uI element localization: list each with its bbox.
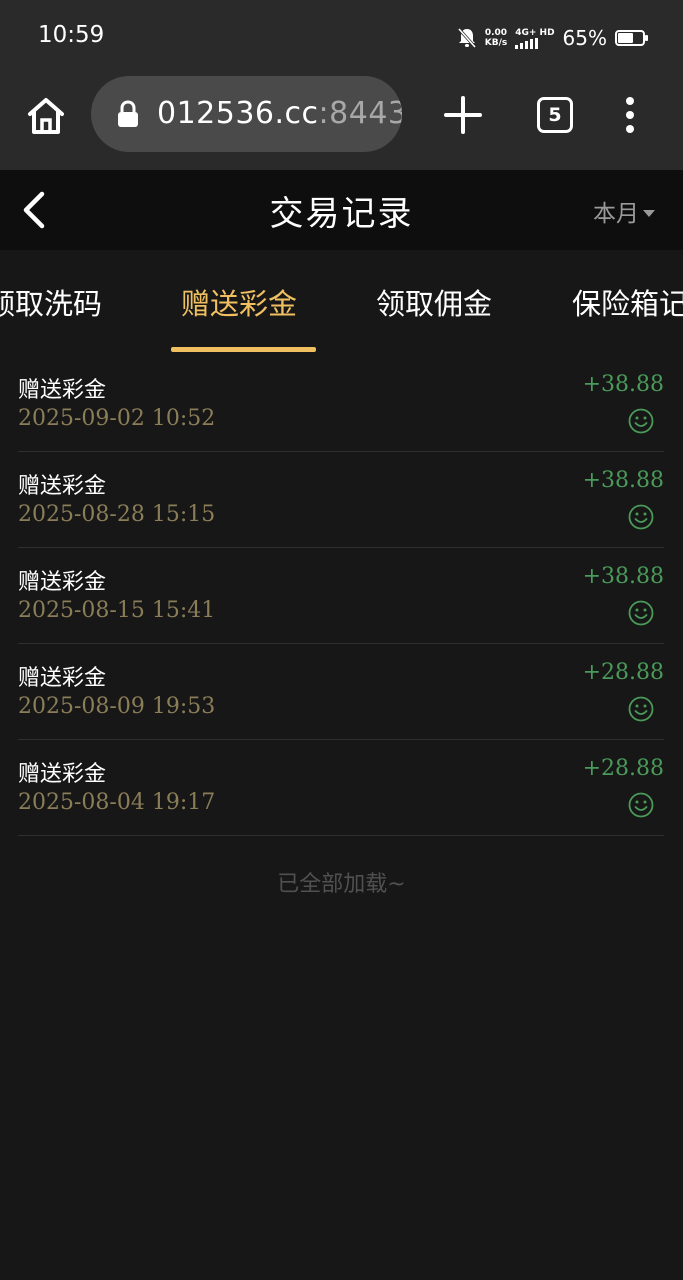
record-title: 赠送彩金 [18,762,107,787]
tab-strip: 领取洗码 赠送彩金 领取佣金 保险箱记 [0,250,683,356]
tab-bonus[interactable]: 赠送彩金 [181,281,297,323]
page-header: 交易记录 本月 [0,170,683,250]
record-time: 2025-08-15 15:41 [18,598,216,623]
record-amount: +28.88 [582,660,664,685]
record-amount: +38.88 [582,372,664,397]
signal-icon [515,37,539,49]
list-item[interactable]: 赠送彩金 2025-08-15 15:41 +38.88 [18,548,664,644]
period-label: 本月 [593,201,639,227]
chevron-down-icon [643,209,655,217]
record-time: 2025-09-02 10:52 [18,406,216,431]
list-item[interactable]: 赠送彩金 2025-08-09 19:53 +28.88 [18,644,664,740]
list-item[interactable]: 赠送彩金 2025-09-02 10:52 +38.88 [18,356,664,452]
smiley-icon [628,408,654,434]
record-amount: +38.88 [582,468,664,493]
network-type: 4G+ HD [515,27,555,38]
tab-safe-box[interactable]: 保险箱记 [572,281,683,323]
home-icon[interactable] [22,92,70,140]
record-list: 赠送彩金 2025-09-02 10:52 +38.88 赠送彩金 2025-0… [18,356,664,836]
lock-icon [118,100,138,127]
net-speed: 0.00 KB/s [484,28,508,48]
plus-icon[interactable] [442,92,484,138]
record-title: 赠送彩金 [18,378,107,403]
record-title: 赠送彩金 [18,474,107,499]
record-title: 赠送彩金 [18,570,107,595]
record-title: 赠送彩金 [18,666,107,691]
page-title: 交易记录 [269,194,414,234]
active-tab-indicator [171,347,316,352]
url-text: 012536.cc:8443 [157,96,402,131]
record-time: 2025-08-09 19:53 [18,694,216,719]
record-time: 2025-08-04 19:17 [18,790,216,815]
period-dropdown[interactable]: 本月 [593,194,655,228]
url-host: 012536.cc [157,96,319,131]
battery-fill [618,33,633,43]
smiley-icon [628,792,654,818]
status-time: 10:59 [38,22,105,48]
browser-toolbar: 012536.cc:8443 5 [0,76,683,170]
tab-commission[interactable]: 领取佣金 [376,281,492,323]
tab-wash-code[interactable]: 领取洗码 [0,281,102,323]
list-item[interactable]: 赠送彩金 2025-08-04 19:17 +28.88 [18,740,664,836]
more-vertical-icon[interactable] [620,96,640,134]
url-port: :8443 [318,96,402,131]
smiley-icon [628,600,654,626]
record-amount: +28.88 [582,756,664,781]
smiley-icon [628,504,654,530]
list-item[interactable]: 赠送彩金 2025-08-28 15:15 +38.88 [18,452,664,548]
tab-switcher-button[interactable]: 5 [537,97,573,133]
smiley-icon [628,696,654,722]
status-icons: 0.00 KB/s 4G+ HD 65% [457,24,648,52]
network-indicator: 4G+ HD [515,27,555,49]
record-time: 2025-08-28 15:15 [18,502,216,527]
battery-icon [615,30,648,46]
status-bar: 10:59 0.00 KB/s 4G+ HD 65% [0,0,683,76]
address-bar[interactable]: 012536.cc:8443 [91,76,402,152]
record-amount: +38.88 [582,564,664,589]
end-of-list-text: 已全部加载~ [277,872,406,897]
battery-percent: 65% [562,26,607,50]
notifications-muted-icon [457,28,476,48]
